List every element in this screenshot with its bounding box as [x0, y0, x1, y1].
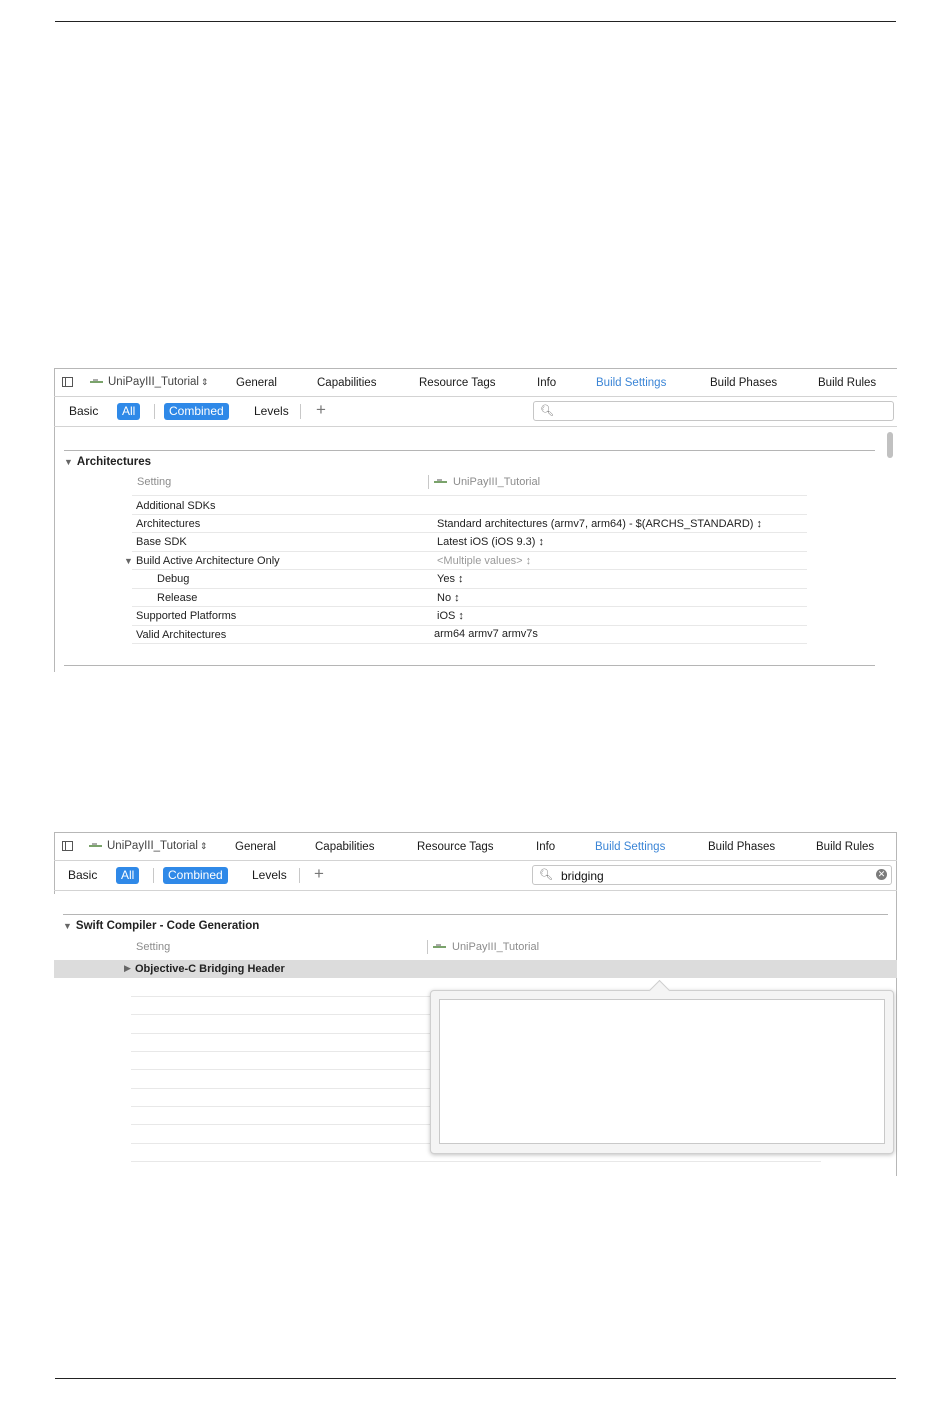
tab-info[interactable]: Info — [536, 841, 555, 853]
search-icon: 🔍︎ — [539, 869, 553, 881]
combined-filter-button[interactable]: Combined — [163, 867, 228, 884]
target-name: UniPayIII_Tutorial — [108, 376, 199, 388]
tab-resource-tags[interactable]: Resource Tags — [419, 377, 496, 389]
levels-filter-button[interactable]: Levels — [247, 867, 292, 884]
combined-filter-button[interactable]: Combined — [164, 403, 229, 420]
setting-column-header: Setting — [136, 941, 171, 953]
build-settings-panel-1: UniPayIII_Tutorial ⇕ General Capabilitie… — [54, 368, 897, 672]
filter-bar: Basic All Combined Levels + 🔍︎ — [54, 397, 897, 427]
architectures-section-header[interactable]: ▼ Architectures — [64, 456, 151, 468]
build-settings-panel-2: UniPayIII_Tutorial ⇕ General Capabilitie… — [54, 832, 897, 1176]
target-icon — [89, 842, 102, 850]
target-selector[interactable]: UniPayIII_Tutorial ⇕ — [90, 376, 209, 388]
setting-value[interactable]: iOS ↕ — [437, 610, 464, 622]
tab-capabilities[interactable]: Capabilities — [315, 841, 374, 853]
tab-resource-tags[interactable]: Resource Tags — [417, 841, 494, 853]
basic-filter-button[interactable]: Basic — [64, 403, 103, 420]
search-field[interactable]: 🔍︎ — [533, 401, 894, 421]
disclosure-triangle-icon[interactable]: ▼ — [64, 457, 73, 467]
bridging-header-label[interactable]: Objective-C Bridging Header — [135, 963, 285, 975]
all-filter-button[interactable]: All — [116, 867, 140, 884]
swift-compiler-section-header[interactable]: ▼ Swift Compiler - Code Generation — [63, 920, 259, 932]
scrollbar-thumb[interactable] — [887, 432, 893, 458]
search-input[interactable]: bridging — [561, 869, 604, 883]
value-editor-popover — [430, 979, 894, 1154]
bottom-page-rule — [55, 1378, 896, 1379]
search-icon: 🔍︎ — [540, 405, 554, 417]
setting-value[interactable]: Latest iOS (iOS 9.3) ↕ — [437, 536, 544, 548]
setting-label[interactable]: Release — [157, 592, 197, 604]
setting-label[interactable]: Architectures — [136, 518, 200, 530]
setting-label[interactable]: Additional SDKs — [136, 500, 216, 512]
target-icon — [433, 944, 446, 951]
target-icon — [90, 378, 103, 386]
tab-info[interactable]: Info — [537, 377, 556, 389]
tab-build-phases[interactable]: Build Phases — [708, 841, 775, 853]
target-column-header: UniPayIII_Tutorial — [452, 941, 540, 953]
setting-label[interactable]: Debug — [157, 573, 189, 585]
tab-build-rules[interactable]: Build Rules — [816, 841, 874, 853]
target-name: UniPayIII_Tutorial — [107, 840, 198, 852]
tab-capabilities[interactable]: Capabilities — [317, 377, 376, 389]
editor-tab-bar: UniPayIII_Tutorial ⇕ General Capabilitie… — [54, 369, 897, 397]
setting-value[interactable]: arm64 armv7 armv7s — [434, 628, 538, 640]
disclosure-triangle-icon[interactable]: ▼ — [63, 921, 72, 931]
setting-column-header: Setting — [137, 476, 172, 488]
sidebar-toggle-icon[interactable] — [62, 377, 73, 387]
setting-value[interactable]: <Multiple values> ↕ — [437, 555, 531, 567]
setting-label[interactable]: Supported Platforms — [136, 610, 236, 622]
disclosure-triangle-icon[interactable]: ▶ — [124, 963, 131, 974]
setting-value[interactable]: No ↕ — [437, 592, 460, 604]
editor-tab-bar: UniPayIII_Tutorial ⇕ General Capabilitie… — [54, 833, 897, 861]
sidebar-toggle-icon[interactable] — [62, 841, 73, 851]
updown-chevron-icon: ⇕ — [200, 376, 209, 387]
target-selector[interactable]: UniPayIII_Tutorial ⇕ — [89, 840, 208, 852]
all-filter-button[interactable]: All — [117, 403, 141, 420]
updown-chevron-icon: ⇕ — [199, 840, 208, 851]
add-setting-button[interactable]: + — [314, 864, 324, 884]
add-setting-button[interactable]: + — [316, 400, 326, 420]
setting-value[interactable]: Yes ↕ — [437, 573, 464, 585]
value-text-area[interactable] — [439, 999, 885, 1144]
top-page-rule — [55, 21, 896, 22]
clear-icon[interactable]: ✕ — [876, 869, 887, 880]
levels-filter-button[interactable]: Levels — [249, 403, 294, 420]
tab-build-settings[interactable]: Build Settings — [596, 377, 666, 389]
filter-bar: Basic All Combined Levels + 🔍︎ bridging … — [54, 861, 897, 891]
basic-filter-button[interactable]: Basic — [63, 867, 102, 884]
target-icon — [434, 479, 447, 486]
target-column-header: UniPayIII_Tutorial — [453, 476, 541, 488]
setting-label[interactable]: Base SDK — [136, 536, 187, 548]
tab-general[interactable]: General — [236, 377, 277, 389]
setting-label[interactable]: Build Active Architecture Only — [136, 555, 280, 567]
setting-value[interactable]: Standard architectures (armv7, arm64) - … — [437, 518, 762, 530]
setting-label[interactable]: Valid Architectures — [136, 629, 226, 641]
tab-build-settings[interactable]: Build Settings — [595, 841, 665, 853]
tab-build-rules[interactable]: Build Rules — [818, 377, 876, 389]
disclosure-triangle-icon[interactable]: ▼ — [124, 556, 133, 566]
tab-general[interactable]: General — [235, 841, 276, 853]
tab-build-phases[interactable]: Build Phases — [710, 377, 777, 389]
search-field[interactable]: 🔍︎ bridging ✕ — [532, 865, 892, 885]
